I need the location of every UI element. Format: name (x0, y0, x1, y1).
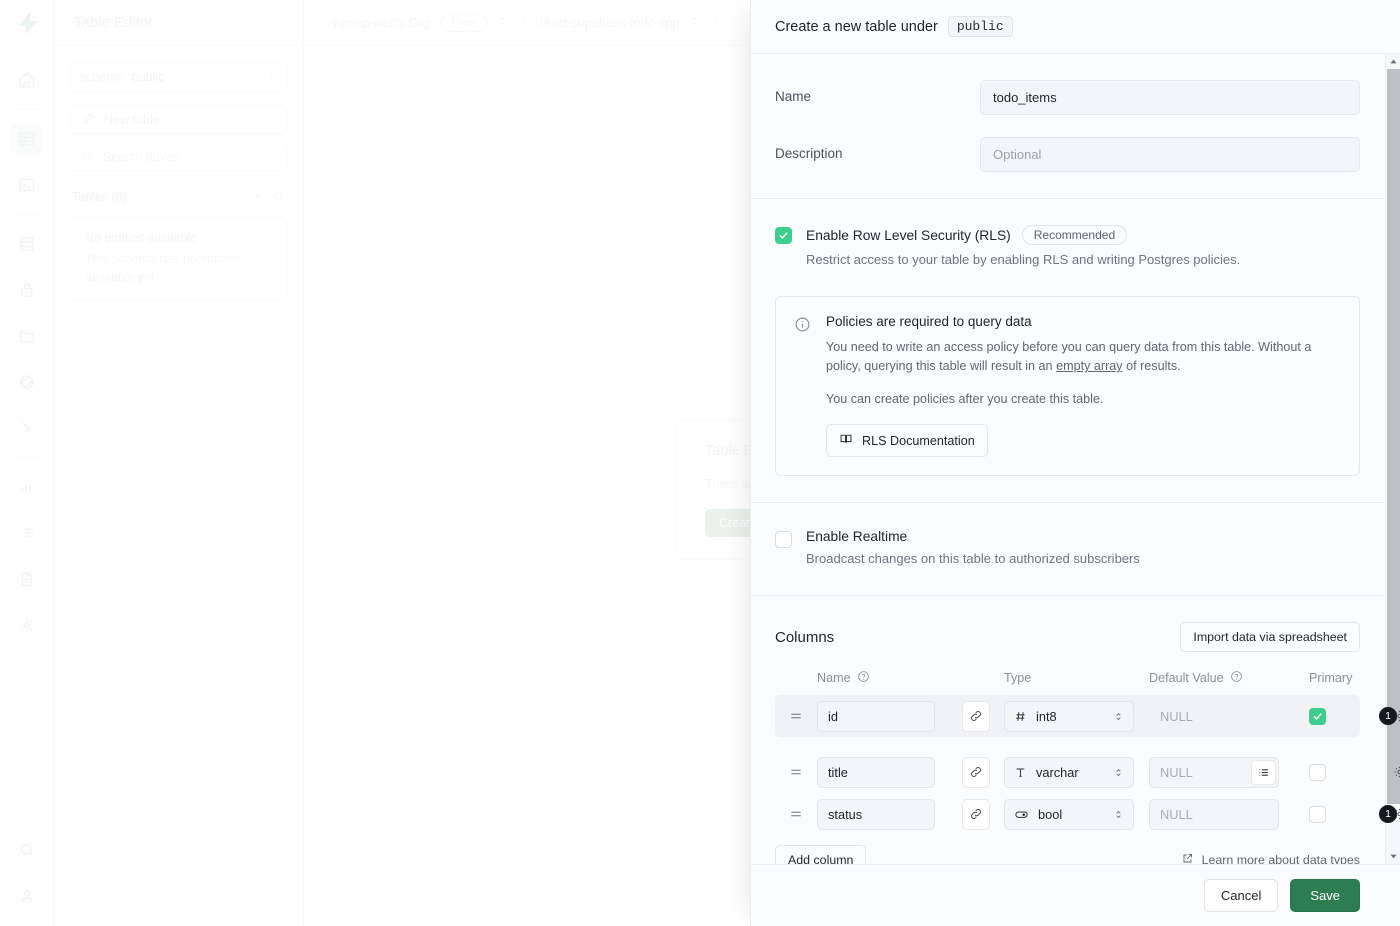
recommended-badge: Recommended (1021, 225, 1128, 245)
rls-title: Enable Row Level Security (RLS) (806, 227, 1011, 243)
drag-handle-icon[interactable] (775, 709, 817, 723)
panel-header: Create a new table under public (751, 0, 1400, 54)
header-type: Type (1004, 671, 1032, 686)
callout-title: Policies are required to query data (826, 313, 1032, 329)
columns-footer: Add column Learn more about data types (775, 845, 1360, 864)
column-type-value: varchar (1036, 764, 1079, 780)
primary-key-checkbox[interactable] (1309, 707, 1326, 725)
header-name: Name (817, 671, 851, 686)
default-value-list-icon[interactable] (1251, 759, 1276, 785)
columns-heading: Columns (775, 628, 835, 646)
learn-more-link[interactable]: Learn more about data types (1181, 852, 1360, 864)
scrollbar-thumb[interactable] (1386, 69, 1400, 804)
realtime-row: Enable Realtime Broadcast changes on thi… (775, 529, 1360, 569)
name-field-row: Name (775, 80, 1360, 115)
info-icon (794, 316, 812, 458)
foreign-key-link-icon[interactable] (962, 700, 990, 732)
scroll-down-arrow-icon[interactable] (1385, 849, 1400, 864)
scrollbar-track[interactable] (1386, 69, 1400, 849)
rls-documentation-button[interactable]: RLS Documentation (826, 424, 988, 458)
primary-key-checkbox[interactable] (1309, 805, 1326, 823)
gear-icon[interactable] (1392, 765, 1400, 780)
columns-header: Columns Import data via spreadsheet (775, 622, 1360, 653)
description-label: Description (775, 146, 843, 161)
empty-array-link[interactable]: empty array (1056, 359, 1123, 373)
callout-p1-b: of results. (1122, 359, 1181, 374)
callout-paragraph-2: You can create policies after you create… (826, 391, 1104, 406)
column-default-input[interactable] (1149, 700, 1279, 732)
help-icon[interactable] (1230, 670, 1243, 686)
columns-section: Columns Import data via spreadsheet Name (751, 596, 1400, 864)
table-name-input[interactable] (980, 80, 1360, 115)
primary-key-checkbox[interactable] (1309, 763, 1326, 781)
column-name-input[interactable] (817, 756, 935, 788)
header-primary: Primary (1309, 671, 1353, 686)
column-type-select[interactable]: bool (1004, 798, 1134, 830)
header-default-value: Default Value (1149, 671, 1224, 686)
table-row: varchar (775, 751, 1400, 793)
table-row: int8 (775, 695, 1400, 738)
column-name-input[interactable] (817, 700, 935, 732)
app-root: Table Editor schema public New table (0, 0, 1400, 926)
callout-paragraph-1: You need to write an access policy befor… (826, 338, 1341, 377)
realtime-description: Broadcast changes on this table to autho… (806, 551, 1140, 567)
rls-checkbox[interactable] (775, 227, 792, 244)
add-column-button[interactable]: Add column (775, 845, 867, 864)
column-type-value: bool (1038, 806, 1063, 822)
policies-callout: Policies are required to query data You … (775, 295, 1360, 477)
panel-title: Create a new table under (775, 18, 938, 35)
realtime-section: Enable Realtime Broadcast changes on thi… (751, 503, 1384, 597)
table-row: bool (775, 793, 1400, 835)
rls-section: Enable Row Level Security (RLS) Recommen… (751, 199, 1384, 504)
foreign-key-link-icon[interactable] (962, 756, 990, 788)
chevron-updown-icon (1113, 767, 1124, 778)
basic-fields-section: Name Description (751, 54, 1384, 199)
rls-description: Restrict access to your table by enablin… (806, 252, 1241, 267)
import-spreadsheet-button[interactable]: Import data via spreadsheet (1180, 622, 1360, 653)
column-default-input[interactable] (1149, 798, 1279, 830)
learn-more-label: Learn more about data types (1201, 853, 1360, 864)
toggle-icon (1014, 807, 1029, 822)
rls-row: Enable Row Level Security (RLS) Recommen… (775, 225, 1360, 270)
column-type-select[interactable]: varchar (1004, 756, 1134, 788)
description-field-row: Description (775, 137, 1360, 172)
cancel-button[interactable]: Cancel (1203, 879, 1279, 912)
settings-count-badge: 1 (1379, 707, 1397, 726)
drag-handle-icon[interactable] (775, 807, 817, 821)
scroll-up-arrow-icon[interactable] (1385, 54, 1400, 69)
realtime-title: Enable Realtime (806, 529, 908, 545)
create-table-panel: Create a new table under public Name Des… (750, 0, 1400, 926)
foreign-key-link-icon[interactable] (962, 798, 990, 830)
chevron-updown-icon (1113, 809, 1124, 820)
name-label: Name (775, 89, 812, 104)
external-link-icon (1181, 852, 1194, 864)
schema-chip: public (947, 16, 1013, 37)
settings-count-badge: 1 (1379, 805, 1397, 824)
panel-scroll-area: Name Description (751, 54, 1400, 864)
table-description-input[interactable] (980, 137, 1360, 172)
columns-table-header: Name Type Default Value Primary (775, 670, 1360, 695)
chevron-updown-icon (1113, 711, 1124, 722)
column-type-select[interactable]: int8 (1004, 700, 1134, 732)
save-button[interactable]: Save (1290, 879, 1360, 912)
text-icon (1014, 766, 1027, 779)
realtime-checkbox[interactable] (775, 531, 792, 549)
panel-footer: Cancel Save (751, 864, 1400, 926)
book-icon (839, 432, 853, 449)
rls-documentation-label: RLS Documentation (862, 433, 975, 448)
column-name-input[interactable] (817, 798, 935, 830)
hash-icon (1014, 710, 1027, 723)
drag-handle-icon[interactable] (775, 765, 817, 779)
panel-scrollbar[interactable] (1385, 54, 1400, 864)
column-type-value: int8 (1036, 708, 1057, 724)
help-icon[interactable] (857, 670, 870, 686)
